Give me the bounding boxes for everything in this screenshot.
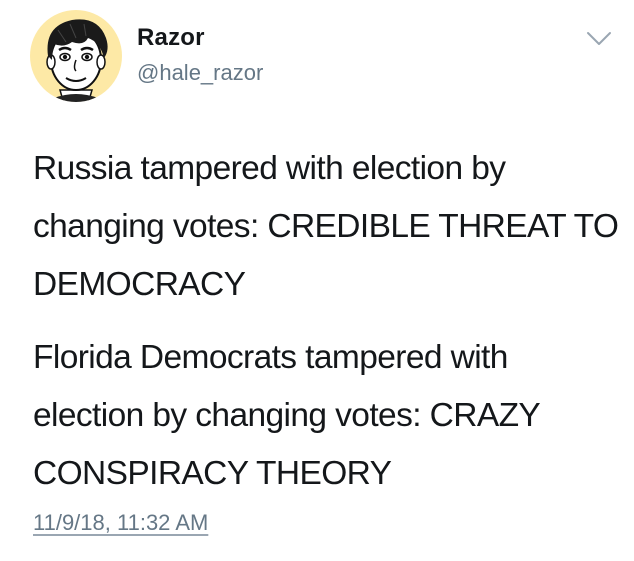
tweet-card: Razor @hale_razor Russia tampered with e…	[0, 0, 634, 561]
chevron-down-icon[interactable]	[586, 30, 612, 48]
user-avatar[interactable]	[28, 8, 124, 104]
tweet-text-paragraph-2: Florida Democrats tampered with election…	[33, 339, 540, 492]
user-handle[interactable]: @hale_razor	[137, 60, 263, 86]
cartoon-face-avatar-icon	[30, 10, 122, 102]
display-name[interactable]: Razor	[137, 24, 205, 52]
tweet-timestamp[interactable]: 11/9/18, 11:32 AM	[33, 510, 208, 536]
tweet-text-paragraph-1: Russia tampered with election by changin…	[33, 150, 619, 303]
